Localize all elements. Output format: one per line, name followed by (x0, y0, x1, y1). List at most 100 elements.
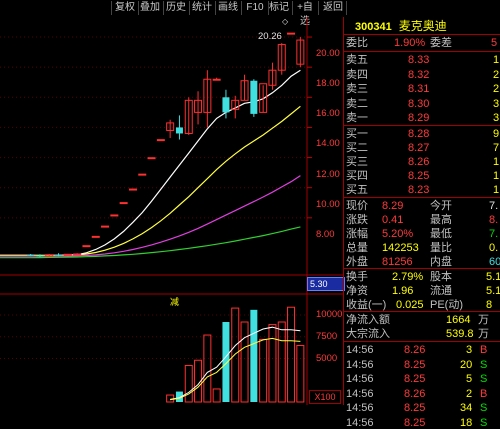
tick-time: 14:56 (346, 373, 374, 385)
toolbar-button-5[interactable]: F10 (242, 1, 269, 15)
divider (343, 311, 500, 312)
candle-body-down (222, 97, 230, 113)
stats-label: 流通 (430, 285, 452, 297)
candle-body-up (73, 253, 82, 256)
weicha-value: 5 (491, 37, 498, 49)
quote-label: 总量 (346, 242, 368, 254)
sell-price: 8.30 (408, 97, 430, 110)
quote-value: 0.41 (382, 214, 404, 226)
tick-row: 14:56 8.25 5 S (346, 373, 500, 385)
sell-level-label: 卖三 (346, 83, 368, 95)
stats-label: 收益(一) (346, 299, 387, 311)
tick-time: 14:56 (346, 402, 374, 414)
sell-price: 8.33 (408, 54, 430, 66)
divider (343, 341, 500, 342)
tick-volume: 20 (460, 358, 473, 371)
quote-row: 总量 142253 量比 0. (346, 242, 500, 254)
tick-side: S (480, 358, 488, 371)
sell-volume: 2 (493, 68, 500, 81)
volume-bar-up (277, 321, 286, 403)
price-tick-label: 18.00 (316, 78, 340, 90)
tick-side: S (480, 402, 488, 414)
stats-row: 换手 2.79% 股本 5.10 (346, 271, 500, 283)
quote-value: 81256 (382, 256, 413, 268)
ma-line-3 (0, 226, 301, 259)
tick-price: 8.26 (404, 387, 426, 400)
sell-volume: 3 (493, 97, 500, 110)
buy-row: 买二 8.27 7 (346, 142, 500, 154)
kline-chart-area[interactable]: 20.00 18.00 16.00 14.00 12.00 10.00 8.00 20.26… (0, 17, 345, 405)
buy-price: 8.28 (408, 128, 430, 140)
buy-price: 8.27 (408, 142, 430, 154)
stats-label: 股本 (430, 271, 452, 283)
stats-row: 收益(一) 0.025 PE(动) 8 (346, 299, 500, 311)
quote-label: 量比 (430, 242, 452, 254)
candle (268, 62, 277, 90)
stock-name: 麦克奥迪 (398, 19, 447, 33)
volume-tick-label: 10000 (316, 309, 343, 321)
candle (212, 77, 221, 81)
buy-price: 8.25 (408, 170, 430, 182)
high-marker-icon: ◇ (282, 17, 289, 26)
buy-volume: 7 (493, 142, 500, 154)
toolbar-button-0[interactable]: 复权 (111, 1, 139, 15)
candle (259, 83, 268, 113)
volume-bar-up (184, 364, 193, 403)
sell-level-label: 卖二 (346, 97, 368, 110)
sell-price: 8.29 (408, 112, 430, 124)
volume-bar-up (212, 388, 221, 403)
candle (82, 245, 91, 248)
candle (175, 115, 183, 140)
toolbar-button-2[interactable]: 历史 (163, 1, 190, 15)
volume-ma-line (170, 337, 301, 401)
candle-body-up (287, 32, 296, 35)
stats-label: PE(动) (430, 299, 463, 311)
tick-time: 14:56 (346, 387, 374, 400)
volume-ma-line (170, 326, 301, 400)
buy-level-label: 买二 (346, 142, 368, 154)
buy-volume: 9 (493, 128, 500, 140)
buy-price: 8.26 (408, 156, 430, 168)
quote-value: 0. (489, 242, 499, 254)
volume-tick-label: 5000 (316, 352, 338, 364)
toolbar-button-7[interactable]: +自选 (292, 1, 319, 27)
ma-line-2 (0, 175, 301, 257)
candle (287, 32, 296, 35)
buy-row: 买一 8.28 9 (346, 128, 500, 140)
toolbar-button-8[interactable]: 返回 (320, 1, 347, 15)
candle (194, 91, 203, 125)
sell-price: 8.31 (408, 83, 430, 95)
volume-bar-up (268, 324, 277, 403)
candle (156, 139, 165, 142)
stats-label: 换手 (346, 271, 368, 283)
flow-label: 净流入额 (346, 314, 390, 326)
volume-bar-up (231, 307, 240, 403)
sell-row: 卖三 8.31 2 (346, 83, 500, 95)
weicha-label: 委差 (430, 37, 452, 49)
toolbar-button-1[interactable]: 叠加 (137, 1, 164, 15)
tick-side: S (480, 416, 488, 429)
toolbar-button-6[interactable]: 标记 (266, 1, 293, 15)
current-price-tag: 5.30 (307, 277, 345, 291)
candle (119, 202, 128, 205)
candle (166, 119, 175, 138)
tick-time: 14:56 (346, 416, 374, 429)
volume-bar-down (250, 309, 258, 402)
tick-row: 14:56 8.26 2 B (346, 388, 500, 400)
quote-row: 涨跌 0.41 最高 8. (346, 214, 500, 226)
sell-volume: 2 (493, 83, 500, 95)
price-tick-label: 8.00 (316, 228, 335, 240)
sell-level-label: 卖一 (346, 112, 368, 124)
stats-row: 净资 1.96 流通 5.10 (346, 285, 500, 297)
panel-border (343, 17, 344, 405)
kline-chart[interactable] (0, 17, 343, 405)
divider (343, 197, 500, 198)
tick-price: 8.25 (404, 402, 426, 414)
toolbar-button-3[interactable]: 统计 (189, 1, 216, 15)
candle-body-up (82, 245, 91, 248)
tick-row: 14:56 8.25 20 S (346, 359, 500, 371)
quote-label: 内盘 (430, 256, 452, 268)
candle (73, 253, 82, 256)
quote-label: 最低 (430, 228, 452, 240)
toolbar-button-4[interactable]: 画线 (215, 1, 242, 15)
